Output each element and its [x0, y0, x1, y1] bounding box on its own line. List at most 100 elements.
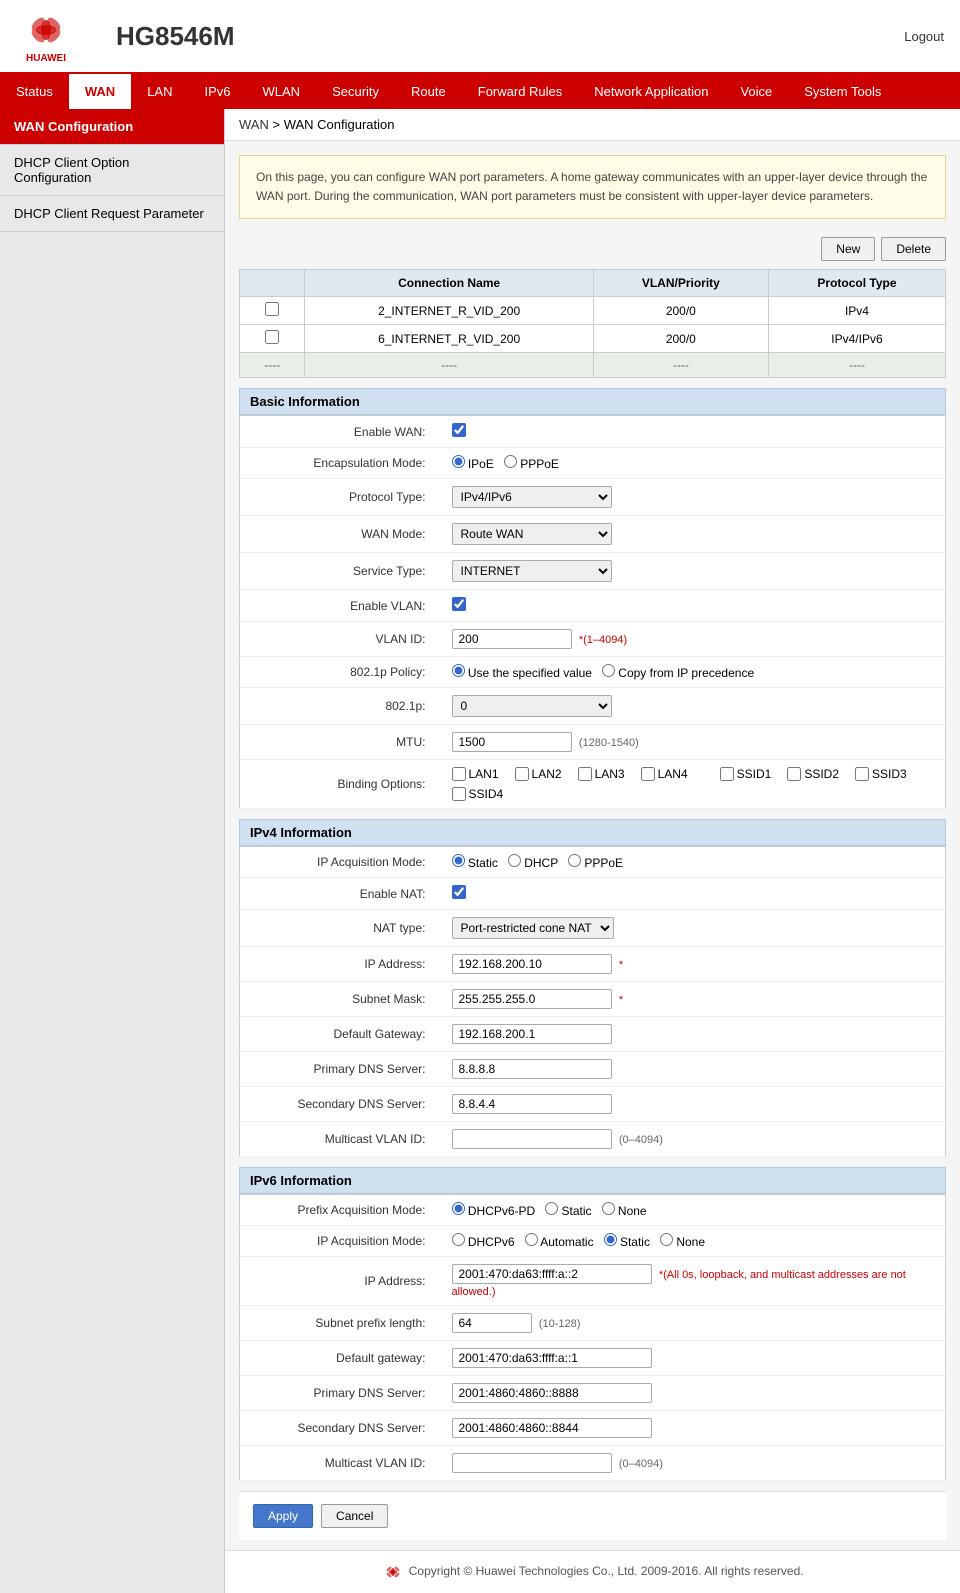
- nav-lan[interactable]: LAN: [131, 74, 188, 109]
- subnet-prefix-input[interactable]: [452, 1313, 532, 1333]
- ipv6-title: IPv6 Information: [239, 1167, 946, 1194]
- ipv6-multicast-vlan-input[interactable]: [452, 1453, 612, 1473]
- sidebar-item-dhcp-option[interactable]: DHCP Client Option Configuration: [0, 145, 224, 196]
- nat-type-select[interactable]: Port-restricted cone NAT Full cone NAT S…: [452, 917, 614, 939]
- acq-static-label[interactable]: Static: [452, 856, 502, 870]
- prefix-static-label[interactable]: Static: [545, 1204, 595, 1218]
- acq-static-radio[interactable]: [452, 854, 465, 867]
- acq-pppoe-radio[interactable]: [568, 854, 581, 867]
- new-button[interactable]: New: [821, 237, 875, 261]
- acq-dhcp-radio[interactable]: [508, 854, 521, 867]
- nav-security[interactable]: Security: [316, 74, 395, 109]
- binding-lan2[interactable]: LAN2: [515, 767, 562, 781]
- binding-lan3-cb[interactable]: [578, 767, 592, 781]
- protocol-type-select[interactable]: IPv4/IPv6 IPv4 IPv6: [452, 486, 612, 508]
- nav-system-tools[interactable]: System Tools: [788, 74, 897, 109]
- binding-lan3[interactable]: LAN3: [578, 767, 625, 781]
- empty-col2: ----: [593, 353, 768, 378]
- apply-button[interactable]: Apply: [253, 1504, 313, 1528]
- nav-voice[interactable]: Voice: [724, 74, 788, 109]
- encap-pppoe-radio[interactable]: [504, 455, 517, 468]
- prefix-none-radio[interactable]: [602, 1202, 615, 1215]
- prefix-none-label[interactable]: None: [602, 1204, 647, 1218]
- col-checkbox: [240, 270, 305, 297]
- ipv6-none-radio[interactable]: [660, 1233, 673, 1246]
- vlan-id-input[interactable]: [452, 629, 572, 649]
- ipv6-none-label[interactable]: None: [660, 1235, 705, 1249]
- ipv6-dhcpv6-radio[interactable]: [452, 1233, 465, 1246]
- policy-copy-label[interactable]: Copy from IP precedence: [602, 666, 754, 680]
- acq-dhcp-label[interactable]: DHCP: [508, 856, 561, 870]
- policy-specified-label[interactable]: Use the specified value: [452, 666, 596, 680]
- acq-pppoe-label[interactable]: PPPoE: [568, 856, 623, 870]
- footer-logo: [381, 1563, 405, 1581]
- ipv6-secondary-dns-input[interactable]: [452, 1418, 652, 1438]
- binding-ssid4[interactable]: SSID4: [452, 787, 504, 801]
- ipv6-static-radio[interactable]: [604, 1233, 617, 1246]
- mtu-input[interactable]: [452, 732, 572, 752]
- enable-vlan-checkbox[interactable]: [452, 597, 466, 611]
- nav-route[interactable]: Route: [395, 74, 462, 109]
- wan-mode-select[interactable]: Route WAN Bridge WAN: [452, 523, 612, 545]
- binding-ssid1-cb[interactable]: [720, 767, 734, 781]
- enable-nat-checkbox[interactable]: [452, 885, 466, 899]
- binding-ssid2[interactable]: SSID2: [787, 767, 839, 781]
- ip-address-label: IP Address:: [240, 947, 440, 982]
- delete-button[interactable]: Delete: [881, 237, 946, 261]
- ipv6-automatic-radio[interactable]: [525, 1233, 538, 1246]
- binding-ssid3[interactable]: SSID3: [855, 767, 907, 781]
- secondary-dns-input[interactable]: [452, 1094, 612, 1114]
- binding-ssid4-cb[interactable]: [452, 787, 466, 801]
- subnet-mask-input[interactable]: [452, 989, 612, 1009]
- footer: Copyright © Huawei Technologies Co., Ltd…: [225, 1550, 960, 1593]
- prefix-dhcpv6pd-radio[interactable]: [452, 1202, 465, 1215]
- ipv6-dhcpv6-label[interactable]: DHCPv6: [452, 1235, 518, 1249]
- binding-lan1[interactable]: LAN1: [452, 767, 499, 781]
- logout-button[interactable]: Logout: [904, 29, 944, 44]
- row1-checkbox[interactable]: [265, 302, 279, 316]
- sidebar-item-wan-configuration[interactable]: WAN Configuration: [0, 109, 224, 145]
- binding-ssid3-cb[interactable]: [855, 767, 869, 781]
- ipv6-automatic-label[interactable]: Automatic: [525, 1235, 597, 1249]
- default-gw-input[interactable]: [452, 1024, 612, 1044]
- service-type-select[interactable]: INTERNET TR069 OTHER: [452, 560, 612, 582]
- binding-ssid2-cb[interactable]: [787, 767, 801, 781]
- prefix-static-radio[interactable]: [545, 1202, 558, 1215]
- enable-wan-checkbox[interactable]: [452, 423, 466, 437]
- ipv6-multicast-vlan-label: Multicast VLAN ID:: [240, 1446, 440, 1481]
- ipv6-primary-dns-input[interactable]: [452, 1383, 652, 1403]
- ipv6-gw-input[interactable]: [452, 1348, 652, 1368]
- primary-dns-input[interactable]: [452, 1059, 612, 1079]
- encap-ipoe-label[interactable]: IPoE: [452, 457, 498, 471]
- binding-ssid1[interactable]: SSID1: [720, 767, 772, 781]
- encap-pppoe-label[interactable]: PPPoE: [504, 457, 559, 471]
- prefix-dhcpv6pd-label[interactable]: DHCPv6-PD: [452, 1204, 539, 1218]
- binding-lan1-cb[interactable]: [452, 767, 466, 781]
- sidebar-item-dhcp-request[interactable]: DHCP Client Request Parameter: [0, 196, 224, 232]
- binding-lan4[interactable]: LAN4: [641, 767, 688, 781]
- binding-lan2-cb[interactable]: [515, 767, 529, 781]
- row2-checkbox[interactable]: [265, 330, 279, 344]
- ipv6-static-label[interactable]: Static: [604, 1235, 654, 1249]
- nav-wan[interactable]: WAN: [69, 74, 131, 109]
- empty-col1: ----: [305, 353, 593, 378]
- binding-lan4-cb[interactable]: [641, 767, 655, 781]
- nav-network-application[interactable]: Network Application: [578, 74, 724, 109]
- breadcrumb-wan[interactable]: WAN: [239, 117, 269, 132]
- policy-copy-radio[interactable]: [602, 664, 615, 677]
- nav-forward-rules[interactable]: Forward Rules: [462, 74, 579, 109]
- cancel-button[interactable]: Cancel: [321, 1504, 388, 1528]
- nav-ipv6[interactable]: IPv6: [189, 74, 247, 109]
- encap-ipoe-radio[interactable]: [452, 455, 465, 468]
- wan-mode-row: WAN Mode: Route WAN Bridge WAN: [240, 516, 946, 553]
- multicast-vlan-input[interactable]: [452, 1129, 612, 1149]
- ipv6-automatic-text: Automatic: [540, 1235, 593, 1249]
- ip-address-input[interactable]: [452, 954, 612, 974]
- ipv6-address-input[interactable]: [452, 1264, 652, 1284]
- service-type-row: Service Type: INTERNET TR069 OTHER: [240, 553, 946, 590]
- ipv6-primary-dns-row: Primary DNS Server:: [240, 1376, 946, 1411]
- dot1p-select[interactable]: 0123 4567: [452, 695, 612, 717]
- policy-specified-radio[interactable]: [452, 664, 465, 677]
- nav-wlan[interactable]: WLAN: [247, 74, 317, 109]
- nav-status[interactable]: Status: [0, 74, 69, 109]
